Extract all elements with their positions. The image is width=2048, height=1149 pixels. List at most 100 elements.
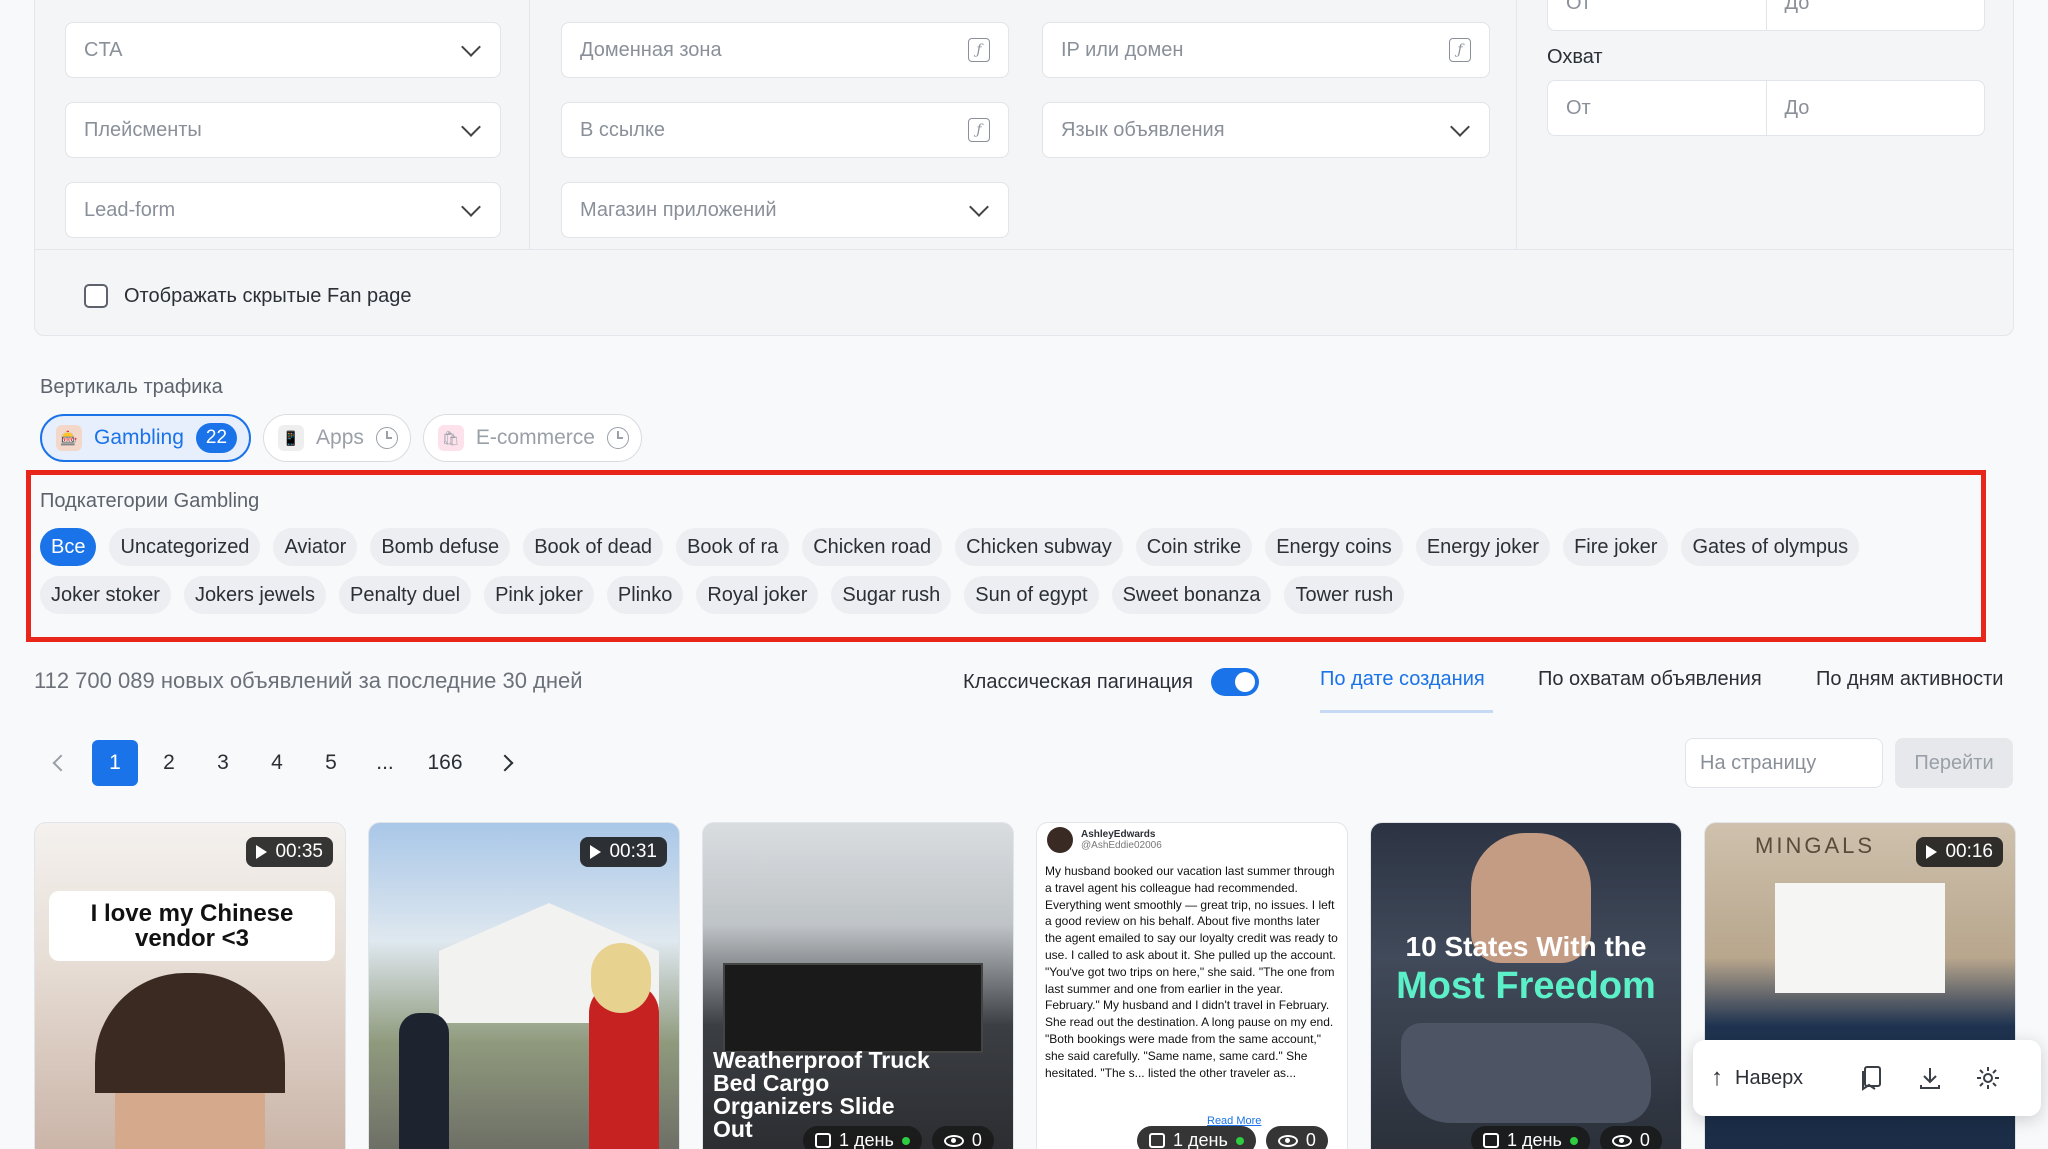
calendar-icon [1483,1133,1499,1148]
per-page-input[interactable]: На страницу [1685,738,1883,788]
reach-to-input[interactable]: До [1765,81,1985,135]
subcategory-chip[interactable]: Joker stoker [40,576,171,614]
settings-gear-icon[interactable] [1959,1065,2017,1091]
page-button[interactable]: 166 [412,740,478,786]
range-top-to[interactable]: До [1765,0,1985,30]
page-button[interactable]: 3 [196,740,250,786]
subcategory-chip[interactable]: Fire joker [1563,528,1669,566]
tweet-text: My husband booked our vacation last summ… [1045,864,1338,1080]
vertical-ecommerce-label: E-commerce [475,426,595,449]
cta-select[interactable]: CTA [65,22,501,78]
days-text: 1 день [1507,1130,1562,1149]
subcategory-chip[interactable]: Book of ra [676,528,790,566]
subcategory-chip[interactable]: Aviator [273,528,358,566]
subcategory-chip[interactable]: Sun of egypt [964,576,1099,614]
show-hidden-label: Отображать скрытые Fan page [124,284,412,307]
vertical-ecommerce[interactable]: 🛍 E-commerce [422,414,642,462]
subcategory-chip[interactable]: Sugar rush [831,576,952,614]
subcategory-chip[interactable]: Energy coins [1265,528,1403,566]
shopping-bag-icon: 🛍 [437,425,464,451]
ad-language-select[interactable]: Язык объявления [1042,102,1490,158]
avatar [1047,827,1073,853]
ad-card[interactable]: 00:31 [368,822,680,1149]
bookmarks-icon[interactable] [1843,1065,1901,1091]
subcategory-chip[interactable]: Bomb defuse [370,528,511,566]
domain-zone-input[interactable]: Доменная зона ƒ [561,22,1009,78]
formula-icon[interactable]: ƒ [1449,38,1471,62]
card-meta: 1 день 0 [1137,1126,1328,1149]
vertical-gambling[interactable]: 🎰 Gambling 22 [40,414,252,462]
show-hidden-row[interactable]: Отображать скрытые Fan page [34,284,412,308]
phone-icon: 📱 [278,425,305,451]
clock-icon [375,427,398,449]
page-ellipsis: ... [376,751,394,774]
video-duration: 00:16 [1916,837,2003,867]
sort-by-date-tab[interactable]: По дате создания [1320,668,1485,691]
ad-card[interactable]: 10 States With the Most Freedom 1 день 0 [1370,822,1682,1149]
placements-select[interactable]: Плейсменты [65,102,501,158]
sort-by-reach-tab[interactable]: По охватам объявления [1538,668,1762,691]
subcategory-chip[interactable]: Coin strike [1135,528,1253,566]
play-icon [590,845,602,859]
back-to-top-button[interactable]: ↑ Наверх [1711,1064,1803,1092]
arrow-up-icon: ↑ [1711,1064,1723,1091]
page-button[interactable]: 5 [304,740,358,786]
vertical-apps[interactable]: 📱 Apps [263,414,411,462]
page-button[interactable]: 2 [142,740,196,786]
ad-card[interactable]: 00:35 I love my Chinese vendor <3 [34,822,346,1149]
ip-domain-input[interactable]: IP или домен ƒ [1042,22,1490,78]
go-button[interactable]: Перейти [1895,738,2013,788]
sort-by-activity-tab[interactable]: По дням активности [1816,668,2003,691]
subcategory-chip[interactable]: Book of dead [523,528,664,566]
show-hidden-checkbox[interactable] [84,284,108,308]
views-text: 0 [1639,1130,1650,1149]
us-map-image [1401,1023,1651,1123]
subcategory-chip[interactable]: Pink joker [484,576,594,614]
active-dot-icon [901,1136,910,1145]
reach-from-input[interactable]: От [1548,81,1766,135]
brand-text: MINGALS [1755,833,1876,858]
classic-pagination-toggle[interactable] [1210,668,1259,696]
subcategory-chip[interactable]: Gates of olympus [1681,528,1860,566]
in-link-input[interactable]: В ссылке ƒ [561,102,1009,158]
subcategory-chip[interactable]: Sweet bonanza [1111,576,1272,614]
subcategory-chip[interactable]: Chicken subway [955,528,1123,566]
subcategory-chip[interactable]: Uncategorized [109,528,261,566]
subcategory-chip[interactable]: Jokers jewels [183,576,326,614]
range-top-from[interactable]: От [1548,0,1766,30]
subcategory-chip[interactable]: Energy joker [1415,528,1551,566]
cta-select-label: CTA [84,38,123,61]
app-store-select-label: Магазин приложений [580,198,777,221]
ad-card[interactable]: AshleyEdwards @AshEddie02006 My husband … [1036,822,1348,1149]
subcategory-chip[interactable]: Tower rush [1284,576,1405,614]
subcategory-chip[interactable]: Penalty duel [338,576,472,614]
chevron-right-icon [496,754,514,772]
subcategory-chip[interactable]: Plinko [606,576,684,614]
formula-icon[interactable]: ƒ [968,118,990,142]
card-meta: 1 день 0 [803,1126,994,1149]
app-store-select[interactable]: Магазин приложений [561,182,1009,238]
subcategory-chip[interactable]: Все [40,528,97,566]
next-page-button[interactable] [478,740,532,786]
placements-select-label: Плейсменты [84,118,202,141]
page-button[interactable]: 4 [250,740,304,786]
video-duration: 00:35 [246,837,333,867]
in-link-placeholder: В ссылке [580,118,666,141]
prev-page-button[interactable] [34,740,88,786]
download-icon[interactable] [1901,1065,1959,1091]
page-button[interactable]: 1 [92,740,138,786]
column-divider [1516,0,1517,249]
subcategory-chip[interactable]: Royal joker [696,576,819,614]
panel-divider [35,249,2013,250]
eye-icon [1277,1134,1298,1147]
tweet-header: AshleyEdwards @AshEddie02006 [1047,827,1162,853]
lead-form-select[interactable]: Lead-form [65,182,501,238]
play-icon [256,845,268,859]
days-badge: 1 день [1137,1126,1256,1149]
card-title-line1: 10 States With the [1405,931,1647,962]
slot-machine-icon: 🎰 [56,425,82,451]
formula-icon[interactable]: ƒ [968,38,990,62]
tweet-handle: @AshEddie02006 [1081,840,1162,851]
ad-card[interactable]: Weatherproof Truck Bed Cargo Organizers … [702,822,1014,1149]
subcategory-chip[interactable]: Chicken road [802,528,943,566]
